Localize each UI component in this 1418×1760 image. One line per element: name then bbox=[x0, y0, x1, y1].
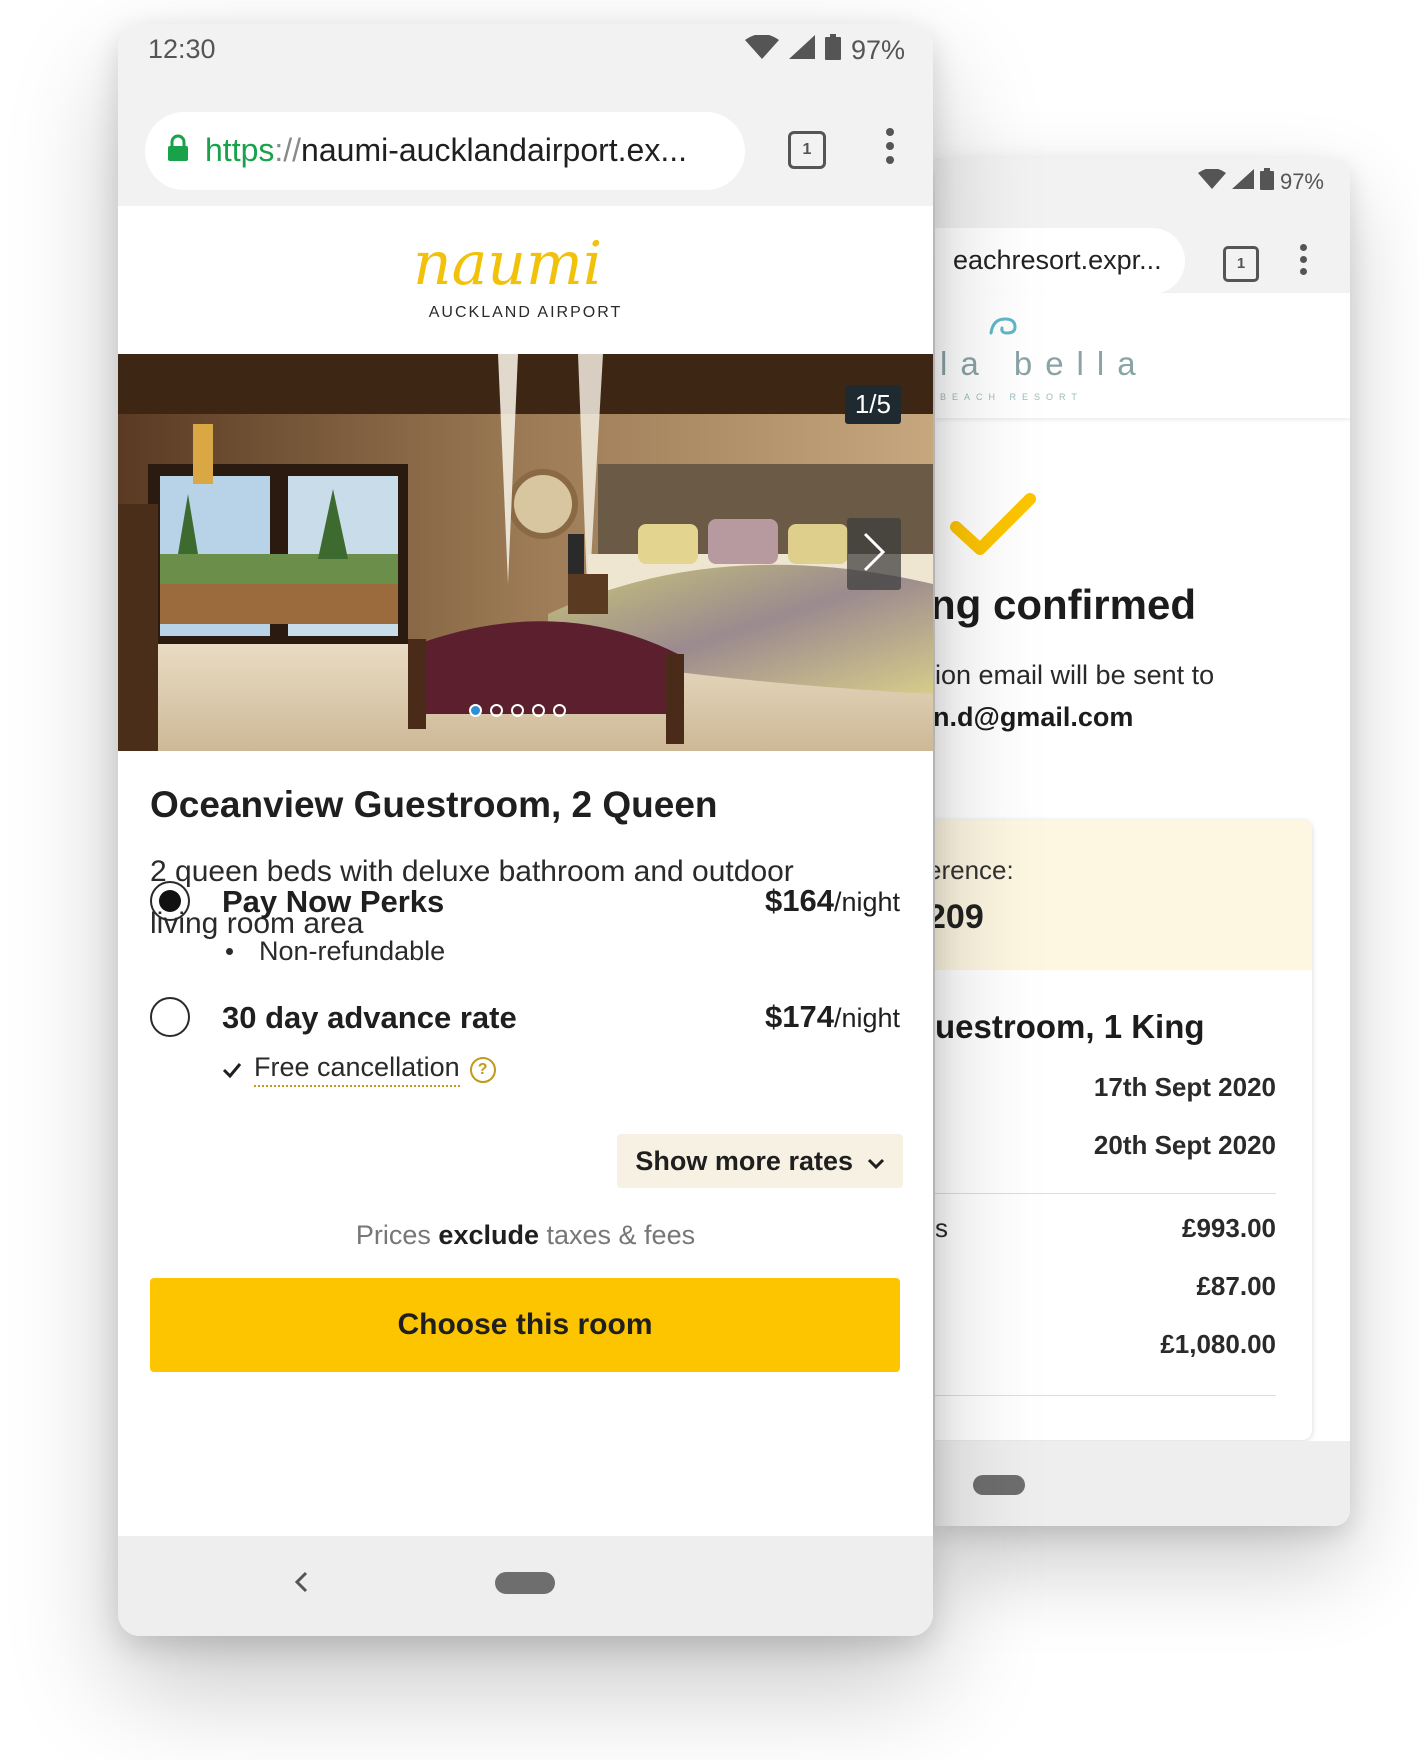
room-title: Oceanview Guestroom, 2 Queen bbox=[150, 784, 718, 825]
booking-summary-card: erence: 209 uestroom, 1 King 17th Sept 2… bbox=[935, 820, 1312, 1440]
taxes-price: £87.00 bbox=[1196, 1271, 1276, 1301]
home-button[interactable] bbox=[973, 1475, 1025, 1495]
overflow-menu-icon[interactable] bbox=[886, 128, 896, 170]
rate-name: 30 day advance rate bbox=[222, 1000, 517, 1035]
naumi-logo: naumi bbox=[403, 229, 653, 311]
signal-icon bbox=[1231, 169, 1254, 195]
radio-button[interactable] bbox=[150, 997, 190, 1037]
chevron-down-icon bbox=[867, 1146, 885, 1177]
carousel-dot[interactable] bbox=[553, 704, 566, 717]
chevron-right-icon bbox=[861, 530, 887, 579]
foreground-phone: 12:30 97% https://naumi-aucklandairport.… bbox=[118, 24, 933, 1636]
status-bar: 97% bbox=[935, 158, 1350, 208]
next-photo-button[interactable] bbox=[847, 518, 901, 590]
system-nav-bar bbox=[118, 1536, 933, 1636]
divider bbox=[935, 1395, 1276, 1396]
signal-icon bbox=[788, 35, 815, 66]
tab-switcher-button[interactable]: 1 bbox=[1223, 246, 1259, 282]
battery-icon bbox=[1259, 168, 1274, 196]
background-phone: 97% eachresort.expr... 1 la bella BEACH … bbox=[935, 158, 1350, 1526]
tab-switcher-button[interactable]: 1 bbox=[788, 131, 826, 169]
check-in-date: 17th Sept 2020 bbox=[1093, 1072, 1276, 1102]
confirmation-email-text: ion email will be sent to bbox=[935, 660, 1215, 690]
rate-name: Pay Now Perks bbox=[222, 884, 445, 919]
battery-level: 97% bbox=[1279, 169, 1324, 194]
wifi-icon bbox=[744, 34, 779, 66]
carousel-dot[interactable] bbox=[511, 704, 524, 717]
browser-toolbar: https://naumi-aucklandairport.ex... 1 bbox=[118, 84, 933, 206]
prices-note: Prices exclude taxes & fees bbox=[355, 1220, 696, 1250]
booking-reference-panel: erence: 209 bbox=[935, 820, 1312, 970]
wifi-icon bbox=[1197, 168, 1226, 195]
status-time: 12:30 bbox=[148, 34, 216, 64]
total-price: £1,080.00 bbox=[1160, 1329, 1276, 1359]
hotel-logo-name: la bella bbox=[940, 345, 1149, 382]
url-text: eachresort.expr... bbox=[953, 245, 1162, 275]
carousel-dot[interactable] bbox=[490, 704, 503, 717]
carousel-dot[interactable] bbox=[532, 704, 545, 717]
address-bar[interactable]: eachresort.expr... bbox=[935, 228, 1185, 294]
carousel-dot[interactable] bbox=[469, 704, 482, 717]
free-cancellation-link[interactable]: Free cancellation bbox=[254, 1052, 460, 1087]
room-price: £993.00 bbox=[1182, 1213, 1276, 1243]
radio-button-selected[interactable] bbox=[150, 881, 190, 921]
lock-icon bbox=[167, 134, 189, 167]
battery-icon bbox=[824, 34, 841, 67]
hotel-header: naumi AUCKLAND AIRPORT bbox=[118, 206, 933, 354]
confirmation-title: ng confirmed bbox=[935, 581, 1197, 628]
hotel-logo-sub: BEACH RESORT bbox=[940, 392, 1083, 402]
help-icon[interactable]: ? bbox=[469, 1056, 496, 1083]
checkmark-icon bbox=[950, 493, 1036, 562]
url-text: https://naumi-aucklandairport.ex... bbox=[205, 132, 688, 168]
home-button[interactable] bbox=[495, 1572, 555, 1594]
price-row-label: s bbox=[935, 1213, 948, 1243]
back-icon[interactable] bbox=[293, 1570, 309, 1599]
carousel-dots bbox=[469, 704, 566, 717]
room-photo-carousel[interactable]: 1/5 bbox=[118, 354, 933, 751]
show-more-rates-label: Show more rates bbox=[635, 1145, 853, 1176]
overflow-menu-icon[interactable] bbox=[1300, 244, 1310, 280]
check-icon bbox=[222, 1054, 242, 1085]
hotel-header: la bella BEACH RESORT bbox=[935, 293, 1350, 418]
booked-room-name: uestroom, 1 King bbox=[935, 1008, 1205, 1045]
reference-value: 209 bbox=[935, 898, 984, 936]
address-bar[interactable]: https://naumi-aucklandairport.ex... bbox=[145, 112, 745, 190]
room-photo bbox=[118, 354, 933, 751]
system-nav-bar bbox=[935, 1441, 1350, 1526]
logo-subtitle: AUCKLAND AIRPORT bbox=[428, 304, 623, 321]
logo-text: naumi bbox=[413, 236, 602, 299]
choose-room-button[interactable]: Choose this room bbox=[150, 1278, 900, 1372]
reference-label: erence: bbox=[935, 855, 1014, 885]
battery-level: 97% bbox=[850, 35, 905, 65]
wave-logo-icon bbox=[987, 315, 1021, 342]
rate-condition: Non-refundable bbox=[222, 936, 445, 967]
rate-condition-text: Non-refundable bbox=[259, 936, 446, 966]
show-more-rates-button[interactable]: Show more rates bbox=[617, 1134, 903, 1188]
status-bar: 12:30 97% bbox=[118, 24, 933, 84]
confirmation-email-address: n.d@gmail.com bbox=[935, 702, 1134, 732]
check-out-date: 20th Sept 2020 bbox=[1093, 1130, 1276, 1160]
photo-counter: 1/5 bbox=[844, 385, 901, 424]
bullet-icon bbox=[226, 948, 233, 955]
divider bbox=[935, 1193, 1276, 1194]
rate-condition: Free cancellation ? bbox=[222, 1052, 496, 1087]
rate-price: $174/night bbox=[764, 999, 900, 1034]
rate-price: $164/night bbox=[764, 883, 900, 918]
